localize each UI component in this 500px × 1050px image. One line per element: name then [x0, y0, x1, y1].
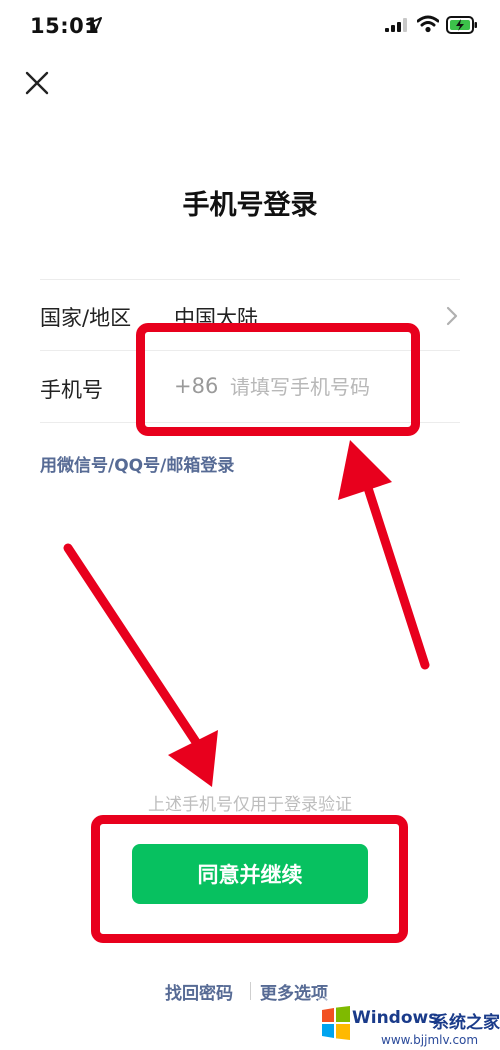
watermark-brand: Windows [352, 1008, 439, 1028]
page-title: 手机号登录 [182, 190, 318, 221]
alt-login-link[interactable]: 用微信号/QQ号/邮箱登录 [40, 451, 234, 476]
phone-label: 手机号 [40, 378, 103, 402]
find-password-link[interactable]: 找回密码 [165, 979, 233, 1004]
watermark-url: www.bjjmlv.com [381, 1033, 479, 1047]
watermark-brand-cn: 系统之家 [432, 1013, 500, 1033]
arrow-to-phone-input [338, 440, 430, 670]
phone-usage-notice: 上述手机号仅用于登录验证 [148, 795, 352, 815]
country-label: 国家/地区 [40, 306, 132, 330]
footer-separator [250, 982, 251, 1000]
battery-charging-icon [446, 16, 477, 34]
location-arrow-icon [86, 17, 102, 33]
signal-icon [385, 18, 407, 32]
close-icon[interactable] [24, 70, 50, 96]
highlight-box-continue-button [91, 815, 408, 943]
wifi-icon [417, 15, 439, 33]
highlight-box-phone-input [136, 323, 420, 436]
chevron-right-icon[interactable] [444, 304, 460, 328]
divider [40, 279, 460, 280]
arrow-to-continue-button [63, 543, 218, 787]
